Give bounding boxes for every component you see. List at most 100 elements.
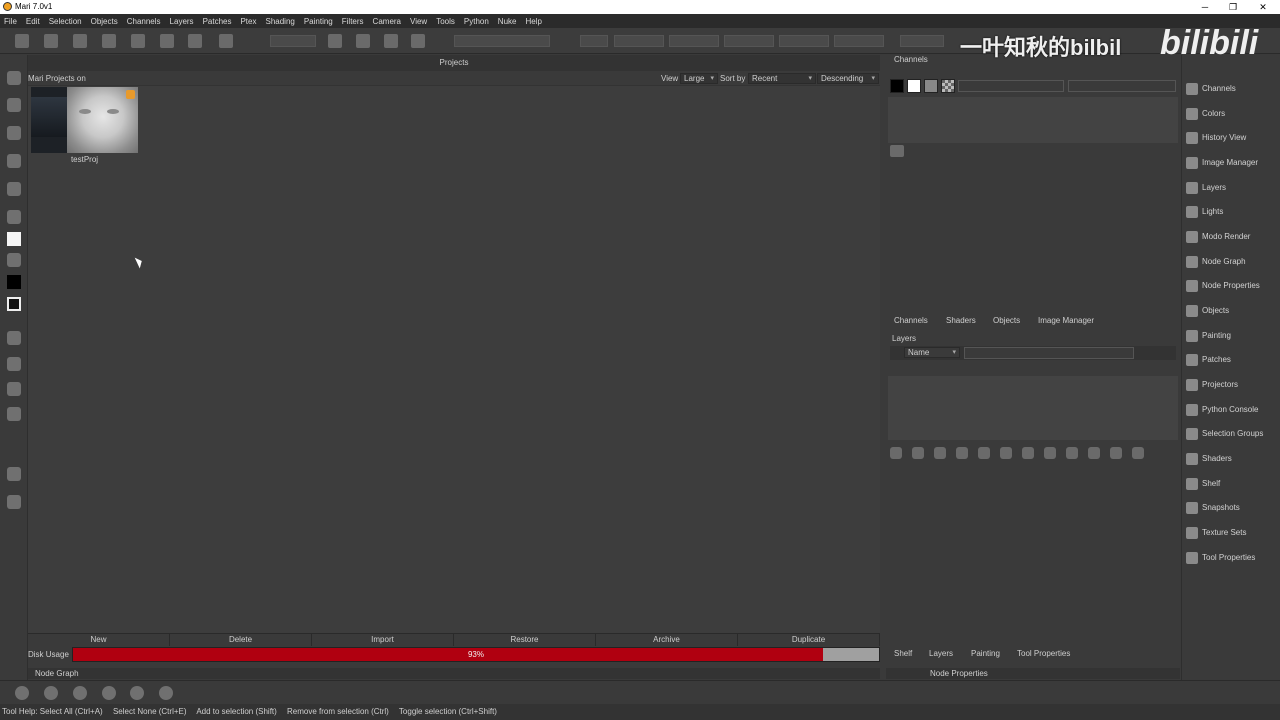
duplicate-layer-icon[interactable]	[1000, 447, 1012, 459]
tab-objects[interactable]: Objects	[993, 316, 1020, 325]
tab-channels[interactable]: Channels	[894, 316, 928, 325]
menu-view[interactable]: View	[410, 17, 427, 26]
node-properties-bar[interactable]: Node Properties	[886, 668, 1180, 679]
palette-projectors[interactable]: Projectors	[1182, 376, 1280, 396]
default-colors-icon[interactable]	[7, 297, 21, 311]
white-swatch[interactable]	[907, 79, 921, 93]
layer-options-icon[interactable]	[1066, 447, 1078, 459]
palette-node-properties[interactable]: Node Properties	[1182, 277, 1280, 297]
add-group-icon[interactable]	[978, 447, 990, 459]
menu-nuke[interactable]: Nuke	[498, 17, 517, 26]
import-project-button[interactable]: Import	[312, 634, 454, 646]
toolbar-button-1[interactable]	[614, 35, 664, 47]
cache-layer-icon[interactable]	[1110, 447, 1122, 459]
menu-camera[interactable]: Camera	[373, 17, 401, 26]
palette-shaders[interactable]: Shaders	[1182, 450, 1280, 470]
delete-project-button[interactable]: Delete	[170, 634, 312, 646]
undo-icon[interactable]	[102, 34, 116, 48]
menu-shading[interactable]: Shading	[265, 17, 294, 26]
toolbar-button-5[interactable]	[834, 35, 884, 47]
swap-colors-icon[interactable]	[7, 253, 21, 267]
tab-shelf[interactable]: Shelf	[894, 649, 912, 658]
palette-modo-render[interactable]: Modo Render	[1182, 228, 1280, 248]
menu-channels[interactable]: Channels	[127, 17, 161, 26]
menu-painting[interactable]: Painting	[304, 17, 333, 26]
menu-patches[interactable]: Patches	[203, 17, 232, 26]
transparent-swatch[interactable]	[941, 79, 955, 93]
add-layer-icon[interactable]	[890, 447, 902, 459]
sort-by-dropdown[interactable]: Recent	[748, 73, 816, 84]
palette-objects[interactable]: Objects	[1182, 302, 1280, 322]
tab-tool-properties[interactable]: Tool Properties	[1017, 649, 1070, 658]
transform-tool-icon[interactable]	[7, 126, 21, 140]
down-arrow-icon[interactable]	[73, 686, 87, 700]
add-procedural-icon[interactable]	[934, 447, 946, 459]
channel-depth-dropdown[interactable]	[1068, 80, 1176, 92]
rotate-icon[interactable]	[102, 686, 116, 700]
menu-file[interactable]: File	[4, 17, 17, 26]
palette-history-view[interactable]: History View	[1182, 129, 1280, 149]
project-name-label[interactable]: testProj	[31, 155, 138, 164]
menu-ptex[interactable]: Ptex	[240, 17, 256, 26]
layers-filter-dropdown[interactable]: Name	[904, 347, 960, 358]
layout-tool-icon[interactable]	[7, 495, 21, 509]
palette-channels[interactable]: Channels	[1182, 80, 1280, 100]
restore-project-button[interactable]: Restore	[454, 634, 596, 646]
foreground-color-swatch[interactable]	[7, 232, 21, 246]
menu-python[interactable]: Python	[464, 17, 489, 26]
tab-shaders[interactable]: Shaders	[946, 316, 976, 325]
polygon-select-icon[interactable]	[384, 34, 398, 48]
delete-layer-icon[interactable]	[1132, 447, 1144, 459]
camera-icon[interactable]	[188, 34, 202, 48]
move-icon[interactable]	[130, 686, 144, 700]
redo-icon[interactable]	[131, 34, 145, 48]
palette-selection-groups[interactable]: Selection Groups	[1182, 425, 1280, 445]
orbit-icon[interactable]	[159, 686, 173, 700]
palette-node-graph[interactable]: Node Graph	[1182, 253, 1280, 273]
selection-mode-dropdown[interactable]	[270, 35, 316, 47]
tab-painting[interactable]: Painting	[971, 649, 1000, 658]
snapshot-icon[interactable]	[160, 34, 174, 48]
clone-tool-icon[interactable]	[7, 331, 21, 345]
palette-texture-sets[interactable]: Texture Sets	[1182, 524, 1280, 544]
gray-swatch[interactable]	[924, 79, 938, 93]
pan-icon[interactable]	[44, 686, 58, 700]
select-arrow-icon[interactable]	[219, 34, 233, 48]
palette-lights[interactable]: Lights	[1182, 203, 1280, 223]
shading-tool-icon[interactable]	[7, 382, 21, 396]
node-graph-bar[interactable]: Node Graph	[28, 668, 880, 679]
maximize-button[interactable]: ❐	[1219, 0, 1247, 14]
palette-painting[interactable]: Painting	[1182, 327, 1280, 347]
close-button[interactable]: ✕	[1249, 0, 1277, 14]
add-channel-icon[interactable]	[890, 145, 904, 157]
toolbar-dropdown-6[interactable]	[900, 35, 944, 47]
palette-python-console[interactable]: Python Console	[1182, 401, 1280, 421]
layers-list[interactable]	[888, 376, 1178, 440]
tab-image-manager[interactable]: Image Manager	[1038, 316, 1094, 325]
view-size-dropdown[interactable]: Large	[680, 73, 718, 84]
paint-select-icon[interactable]	[411, 34, 425, 48]
new-project-button[interactable]: New	[28, 634, 170, 646]
menu-edit[interactable]: Edit	[26, 17, 40, 26]
palette-image-manager[interactable]: Image Manager	[1182, 154, 1280, 174]
tab-layers[interactable]: Layers	[929, 649, 953, 658]
palette-patches[interactable]: Patches	[1182, 351, 1280, 371]
sphere-tool-icon[interactable]	[7, 357, 21, 371]
channel-size-dropdown[interactable]	[958, 80, 1064, 92]
move-layer-icon[interactable]	[1088, 447, 1100, 459]
toolbar-button-3[interactable]	[724, 35, 774, 47]
background-color-swatch[interactable]	[7, 275, 21, 289]
menu-help[interactable]: Help	[525, 17, 541, 26]
navigate-tool-icon[interactable]	[7, 98, 21, 112]
toolbar-button-4[interactable]	[779, 35, 829, 47]
add-adjustment-icon[interactable]	[912, 447, 924, 459]
palette-shelf[interactable]: Shelf	[1182, 475, 1280, 495]
layers-search-input[interactable]	[964, 347, 1134, 359]
menu-layers[interactable]: Layers	[170, 17, 194, 26]
close-file-icon[interactable]	[44, 34, 58, 48]
palette-colors[interactable]: Colors	[1182, 105, 1280, 125]
select-tool-icon[interactable]	[7, 71, 21, 85]
merge-layer-icon[interactable]	[1022, 447, 1034, 459]
undo-view-icon[interactable]	[15, 686, 29, 700]
minimize-button[interactable]: ─	[1191, 0, 1219, 14]
